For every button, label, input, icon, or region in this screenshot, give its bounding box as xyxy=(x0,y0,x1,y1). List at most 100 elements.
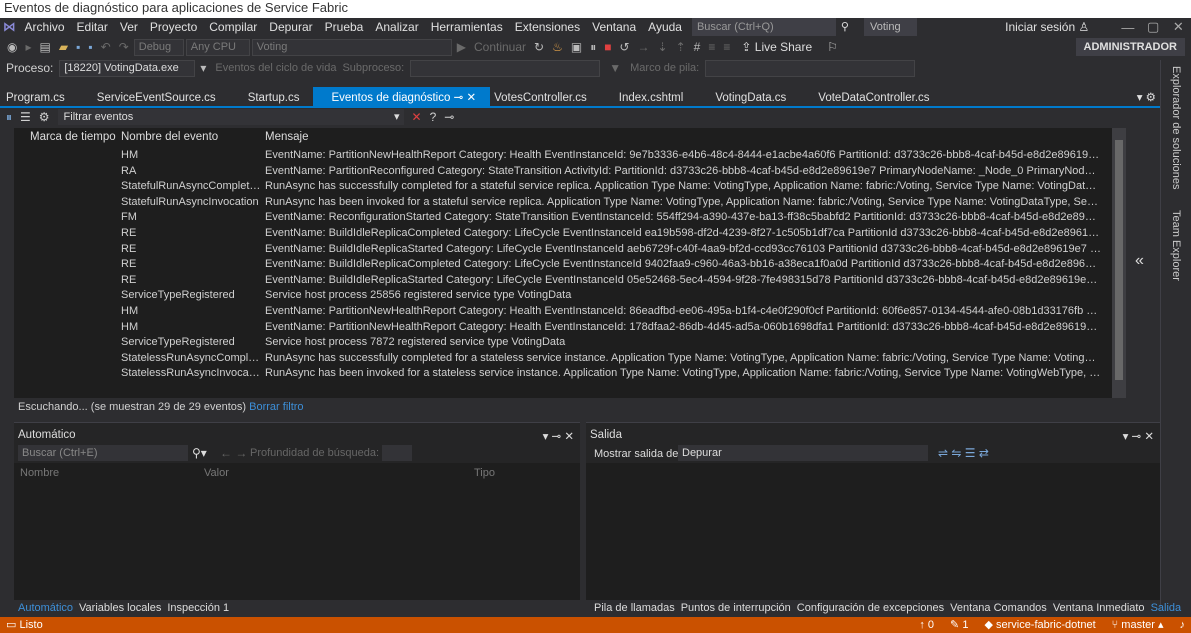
pause-icon[interactable]: ⏸ xyxy=(587,40,599,55)
tab-exceptions[interactable]: Configuración de excepciones xyxy=(797,602,944,614)
save-icon[interactable]: ▪ xyxy=(73,40,83,54)
forward-icon[interactable]: ▸ xyxy=(22,40,34,54)
help-icon[interactable]: ? xyxy=(430,110,437,124)
process-dropdown[interactable]: [18220] VotingData.exe xyxy=(59,59,196,77)
tab-immediate[interactable]: Ventana Inmediato xyxy=(1053,602,1145,614)
pin-icon[interactable]: ⊸ xyxy=(444,110,454,124)
menu-editar[interactable]: Editar xyxy=(71,20,114,34)
push-status[interactable]: ↑ 0 xyxy=(919,617,934,633)
menu-analizar[interactable]: Analizar xyxy=(369,20,424,34)
output-text[interactable] xyxy=(586,463,1160,600)
team-explorer-tab[interactable]: Team Explorer xyxy=(1170,210,1182,281)
output-source-dropdown[interactable]: Depurar xyxy=(678,445,928,461)
back-icon[interactable]: ◉ xyxy=(4,40,20,54)
table-row[interactable]: ▷ 14:55:31.068StatefulRunAsyncCompletion… xyxy=(14,179,1126,195)
uncomment-icon[interactable]: ≡ xyxy=(720,40,733,54)
tab-index[interactable]: Index.cshtml xyxy=(601,89,698,106)
search-icon[interactable]: ⚲▾ xyxy=(192,446,207,460)
open-icon[interactable]: ▰ xyxy=(56,40,71,54)
liveshare-button[interactable]: ⇪ Live Share xyxy=(741,40,812,54)
output-tools-icon[interactable]: ⇌ ⇋ ☰ ⇄ xyxy=(938,446,989,460)
table-row[interactable]: ▷ 14:55:31.886RAEventName: PartitionReco… xyxy=(14,164,1126,180)
lifecycle-dropdown[interactable]: Eventos del ciclo de vida xyxy=(215,62,336,74)
tab-diagnostic-events[interactable]: Eventos de diagnóstico ⊸ ✕ xyxy=(313,87,491,106)
changes-status[interactable]: ✎ 1 xyxy=(950,617,968,633)
collapse-icon[interactable]: « xyxy=(1135,252,1144,270)
tab-serviceeventsource[interactable]: ServiceEventSource.cs xyxy=(79,89,230,106)
tab-breakpoints[interactable]: Puntos de interrupción xyxy=(681,602,791,614)
menu-prueba[interactable]: Prueba xyxy=(319,20,370,34)
tab-locals[interactable]: Variables locales xyxy=(79,602,161,614)
search-icon[interactable]: ⚲ xyxy=(841,19,849,35)
step-out-icon[interactable]: ⇡ xyxy=(673,40,689,54)
feedback-icon[interactable]: ⚐ xyxy=(824,40,841,54)
col-time-header[interactable]: Marca de tiempo xyxy=(30,131,116,143)
table-row[interactable]: ▷ 14:55:54.703HMEventName: PartitionNewH… xyxy=(14,148,1126,164)
config-dropdown[interactable]: Debug xyxy=(133,38,184,56)
pause-events-icon[interactable]: ⏸ xyxy=(6,110,12,125)
tab-watch[interactable]: Inspección 1 xyxy=(167,602,229,614)
continue-button[interactable]: Continuar xyxy=(471,40,529,54)
autos-search-input[interactable]: Buscar (Ctrl+E) xyxy=(18,445,188,461)
table-row[interactable]: ▷ 14:55:28.405REEventName: BuildIdleRepl… xyxy=(14,257,1126,273)
depth-dropdown[interactable] xyxy=(382,445,412,461)
table-row[interactable]: ▷ 14:55:21.635StatelessRunAsyncCompletio… xyxy=(14,351,1126,367)
thread-dropdown[interactable] xyxy=(410,59,601,77)
solution-explorer-tab[interactable]: Explorador de soluciones xyxy=(1170,66,1182,190)
table-scrollbar[interactable] xyxy=(1112,128,1126,398)
filter-input[interactable]: Filtrar eventos ▾ xyxy=(57,109,404,125)
comment-icon[interactable]: ≡ xyxy=(705,40,718,54)
tab-votingdata[interactable]: VotingData.cs xyxy=(697,89,800,106)
menu-ventana[interactable]: Ventana xyxy=(586,20,642,34)
menu-depurar[interactable]: Depurar xyxy=(263,20,318,34)
tab-votescontroller[interactable]: VotesController.cs xyxy=(490,89,601,106)
tab-startup[interactable]: Startup.cs xyxy=(230,89,314,106)
project-dropdown[interactable]: Voting xyxy=(251,38,452,56)
arrows-icon[interactable]: ← → xyxy=(220,446,247,460)
stack-frame-dropdown[interactable] xyxy=(705,59,916,77)
redo-icon[interactable]: ↷ xyxy=(116,40,132,54)
menu-compilar[interactable]: Compilar xyxy=(203,20,263,34)
restart-icon[interactable]: ↺ xyxy=(616,40,632,54)
panel-buttons[interactable]: ▾ ⊸ ✕ xyxy=(1123,429,1154,443)
table-row[interactable]: ▷ 14:55:26.322ServiceTypeRegisteredServi… xyxy=(14,288,1126,304)
tab-command[interactable]: Ventana Comandos xyxy=(950,602,1047,614)
columns-icon[interactable]: ☰ xyxy=(20,110,31,124)
settings-icon[interactable]: ⚙ xyxy=(39,110,50,124)
panel-buttons[interactable]: ▾ ⊸ ✕ xyxy=(543,429,574,443)
menu-herramientas[interactable]: Herramientas xyxy=(425,20,509,34)
table-row[interactable]: ▷ 14:55:24.706HMEventName: PartitionNewH… xyxy=(14,320,1126,336)
pin-icon[interactable]: ⊸ xyxy=(454,92,464,104)
branch-status[interactable]: ⑂ master ▴ xyxy=(1112,617,1164,633)
tab-overflow-icon[interactable]: ▾ ⚙ xyxy=(1119,87,1160,106)
tab-program[interactable]: Program.cs xyxy=(0,89,79,106)
platform-dropdown[interactable]: Any CPU xyxy=(185,38,250,56)
table-row[interactable]: ▷ 14:55:30.562REEventName: BuildIdleRepl… xyxy=(14,226,1126,242)
menu-extensiones[interactable]: Extensiones xyxy=(509,20,586,34)
minimize-icon[interactable]: — xyxy=(1115,20,1140,35)
table-row[interactable]: ▷ 14:55:30.375REEventName: BuildIdleRepl… xyxy=(14,242,1126,258)
menu-archivo[interactable]: Archivo xyxy=(19,20,71,34)
undo-icon[interactable]: ↶ xyxy=(98,40,114,54)
tab-callstack[interactable]: Pila de llamadas xyxy=(594,602,675,614)
tab-close-icon[interactable]: ✕ xyxy=(466,92,476,104)
menu-ayuda[interactable]: Ayuda xyxy=(642,20,688,34)
col-message-header[interactable]: Mensaje xyxy=(265,131,308,143)
clear-filter-link[interactable]: Borrar filtro xyxy=(249,401,303,413)
tab-output[interactable]: Salida xyxy=(1151,602,1182,614)
scroll-thumb[interactable] xyxy=(1115,140,1123,380)
new-project-icon[interactable]: ▤ xyxy=(37,40,54,54)
tab-votedatacontroller[interactable]: VoteDataController.cs xyxy=(800,89,943,106)
table-row[interactable]: ▷ 14:55:30.847FMEventName: Reconfigurati… xyxy=(14,210,1126,226)
clear-filter-icon[interactable]: ✕ xyxy=(412,110,422,124)
repo-status[interactable]: ◆ service-fabric-dotnet xyxy=(984,617,1095,633)
table-row[interactable]: ▷ 14:55:23.635ServiceTypeRegisteredServi… xyxy=(14,335,1126,351)
save-all-icon[interactable]: ▪ xyxy=(85,40,95,54)
refresh-icon[interactable]: ↻ xyxy=(531,40,547,54)
hex-icon[interactable]: # xyxy=(691,40,704,54)
filter-thread-icon[interactable]: ▼ xyxy=(606,61,624,75)
menu-proyecto[interactable]: Proyecto xyxy=(144,20,203,34)
table-row[interactable]: ▷ 14:55:24.706HMEventName: PartitionNewH… xyxy=(14,304,1126,320)
close-icon[interactable]: ✕ xyxy=(1166,19,1191,35)
search-input[interactable]: Buscar (Ctrl+Q) ⚲ xyxy=(691,18,849,36)
